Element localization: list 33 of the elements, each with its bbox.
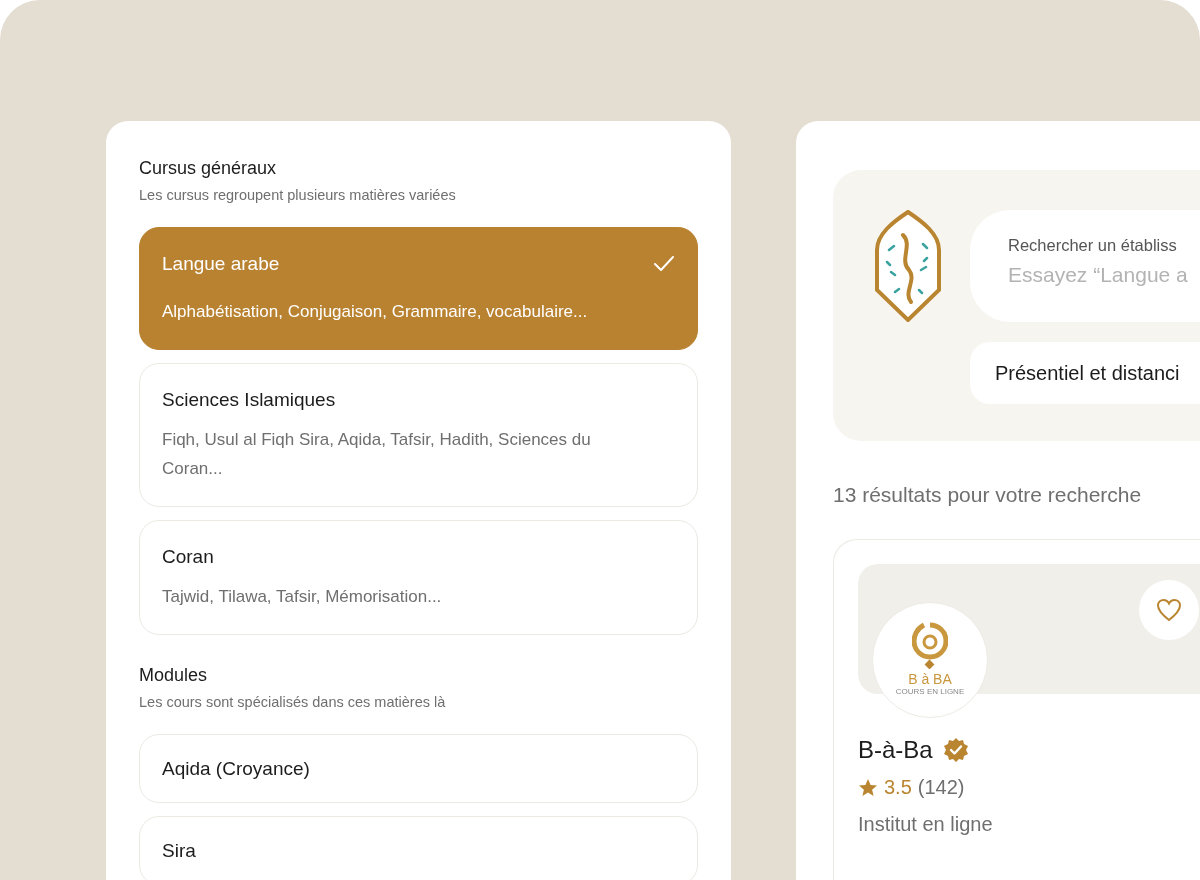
- option-title: Aqida (Croyance): [162, 758, 310, 780]
- option-description: Fiqh, Usul al Fiqh Sira, Aqida, Tafsir, Hadith, Sciences du Coran...: [162, 429, 592, 480]
- option-title: Sira: [162, 840, 196, 862]
- course-option[interactable]: Sciences Islamiques Fiqh, Usul al Fiqh Sira, Aqida, Tafsir, Hadith, Sciences du Coran...: [139, 363, 698, 507]
- search-label: Rechercher un établiss: [1008, 236, 1178, 255]
- course-option[interactable]: Coran Tajwid, Tilawa, Tafsir, Mémorisation...: [139, 520, 698, 635]
- section-subtitle: Les cursus regroupent plusieurs matières variées: [139, 187, 457, 203]
- result-card[interactable]: B à BA COURS EN LIGNE B-à-Ba 3.5 (142) Institut en ligne: [833, 539, 1200, 880]
- search-field[interactable]: Rechercher un établiss Essayez “Langue a: [970, 210, 1200, 322]
- ring-logo-icon: [912, 621, 948, 669]
- institute-name: B-à-Ba: [858, 736, 933, 764]
- option-description: Tajwid, Tilawa, Tafsir, Mémorisation...: [162, 586, 443, 608]
- option-title: Langue arabe: [162, 253, 280, 275]
- star-icon: [858, 777, 878, 798]
- logo-text: B à BA: [908, 671, 952, 687]
- section-title: Modules: [139, 665, 209, 686]
- section-title: Cursus généraux: [139, 158, 278, 179]
- institute-type: Institut en ligne: [858, 813, 994, 836]
- logo-subtitle: COURS EN LIGNE: [895, 687, 965, 696]
- rating-value: 3.5: [884, 776, 912, 799]
- course-option[interactable]: Sira: [139, 816, 698, 880]
- section-subtitle: Les cours sont spécialisés dans ces matières là: [139, 694, 447, 710]
- option-title: Sciences Islamiques: [162, 389, 336, 411]
- option-description: Alphabétisation, Conjugaison, Grammaire, vocabulaire...: [162, 301, 589, 323]
- results-count: 13 résultats pour votre recherche: [833, 483, 1143, 507]
- course-option[interactable]: Aqida (Croyance): [139, 734, 698, 803]
- review-count: (142): [917, 776, 965, 799]
- option-title: Coran: [162, 546, 214, 568]
- mode-selector[interactable]: Présentiel et distanci: [970, 342, 1200, 404]
- arch-logo-icon: [873, 210, 943, 322]
- check-icon: [653, 255, 675, 273]
- heart-icon: [1156, 598, 1182, 622]
- search-input[interactable]: Essayez “Langue a: [1008, 263, 1200, 287]
